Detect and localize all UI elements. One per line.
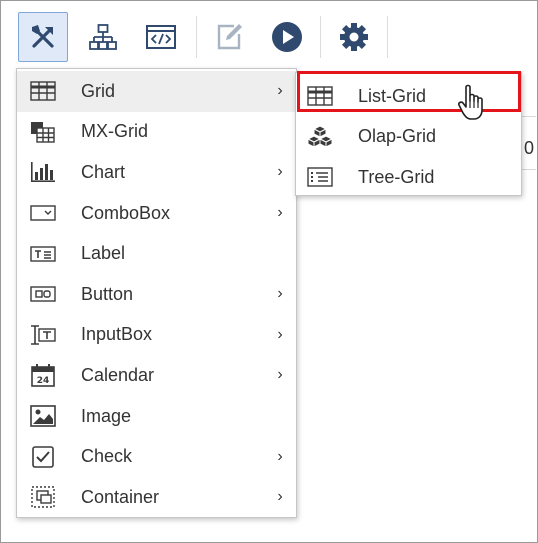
toolbar — [0, 0, 538, 68]
menu-item-label: Calendar — [81, 364, 155, 385]
menu-item-calendar[interactable]: 24 Calendar › — [17, 355, 296, 396]
menu-item-grid[interactable]: Grid › — [17, 71, 296, 112]
play-icon — [272, 22, 302, 52]
component-menu: Grid › MX-Grid Chart › ComboBox › Label … — [16, 68, 297, 518]
chevron-right-icon: › — [277, 488, 283, 506]
menu-item-label: InputBox — [81, 324, 153, 345]
grid-icon — [29, 77, 57, 105]
menu-item-label: Check — [81, 446, 133, 467]
edit-button[interactable] — [204, 12, 254, 62]
settings-button[interactable] — [329, 12, 379, 62]
chevron-right-icon: › — [277, 447, 283, 465]
sitemap-icon — [89, 24, 117, 50]
svg-text:24: 24 — [37, 376, 50, 386]
edit-icon — [217, 24, 242, 50]
container-icon — [29, 483, 57, 511]
calendar-icon: 24 — [29, 361, 57, 389]
combobox-icon — [29, 199, 57, 227]
image-icon — [29, 402, 57, 430]
menu-item-label: MX-Grid — [81, 121, 148, 142]
mx-grid-icon — [29, 118, 57, 146]
code-button[interactable] — [136, 12, 186, 62]
menu-item-chart[interactable]: Chart › — [17, 152, 296, 193]
tree-grid-icon — [306, 163, 334, 191]
label-icon — [29, 240, 57, 268]
toolbar-separator — [387, 16, 388, 58]
list-grid-icon — [306, 82, 334, 110]
menu-item-label: Grid — [81, 80, 116, 101]
chevron-right-icon: › — [277, 325, 283, 343]
toolbar-separator — [320, 16, 321, 58]
submenu-item-label: List-Grid — [358, 85, 427, 106]
structure-button[interactable] — [78, 12, 128, 62]
chevron-right-icon: › — [277, 82, 283, 100]
menu-item-mx-grid[interactable]: MX-Grid — [17, 112, 296, 153]
menu-item-label: Container — [81, 486, 160, 507]
inputbox-icon — [29, 321, 57, 349]
submenu-item-label: Olap-Grid — [358, 126, 437, 147]
menu-item-label: Button — [81, 283, 134, 304]
menu-item-combobox[interactable]: ComboBox › — [17, 193, 296, 234]
tools-icon — [32, 25, 54, 48]
tools-button[interactable] — [18, 12, 68, 62]
run-button[interactable] — [262, 12, 312, 62]
bar-chart-icon — [29, 158, 57, 186]
menu-item-container[interactable]: Container › — [17, 477, 296, 518]
button-icon — [29, 280, 57, 308]
gear-icon — [340, 23, 368, 51]
toolbar-separator — [196, 16, 197, 58]
menu-item-label: Chart — [81, 161, 126, 182]
menu-item-button[interactable]: Button › — [17, 274, 296, 315]
menu-item-label: Image — [81, 405, 132, 426]
hand-cursor-icon — [458, 84, 492, 129]
olap-grid-icon — [306, 123, 334, 151]
menu-item-image[interactable]: Image — [17, 396, 296, 437]
menu-item-label: Label — [81, 243, 126, 264]
background-text: 0 — [524, 138, 535, 158]
chevron-right-icon: › — [277, 163, 283, 181]
menu-item-label: ComboBox — [81, 202, 171, 223]
chevron-right-icon: › — [277, 366, 283, 384]
checkbox-icon — [29, 443, 57, 471]
chevron-right-icon: › — [277, 204, 283, 222]
code-window-icon — [146, 25, 176, 49]
menu-item-label-component[interactable]: Label — [17, 233, 296, 274]
chevron-right-icon: › — [277, 285, 283, 303]
menu-item-check[interactable]: Check › — [17, 436, 296, 477]
submenu-item-tree-grid[interactable]: Tree-Grid — [296, 157, 521, 198]
menu-item-inputbox[interactable]: InputBox › — [17, 315, 296, 356]
submenu-item-label: Tree-Grid — [358, 166, 435, 187]
